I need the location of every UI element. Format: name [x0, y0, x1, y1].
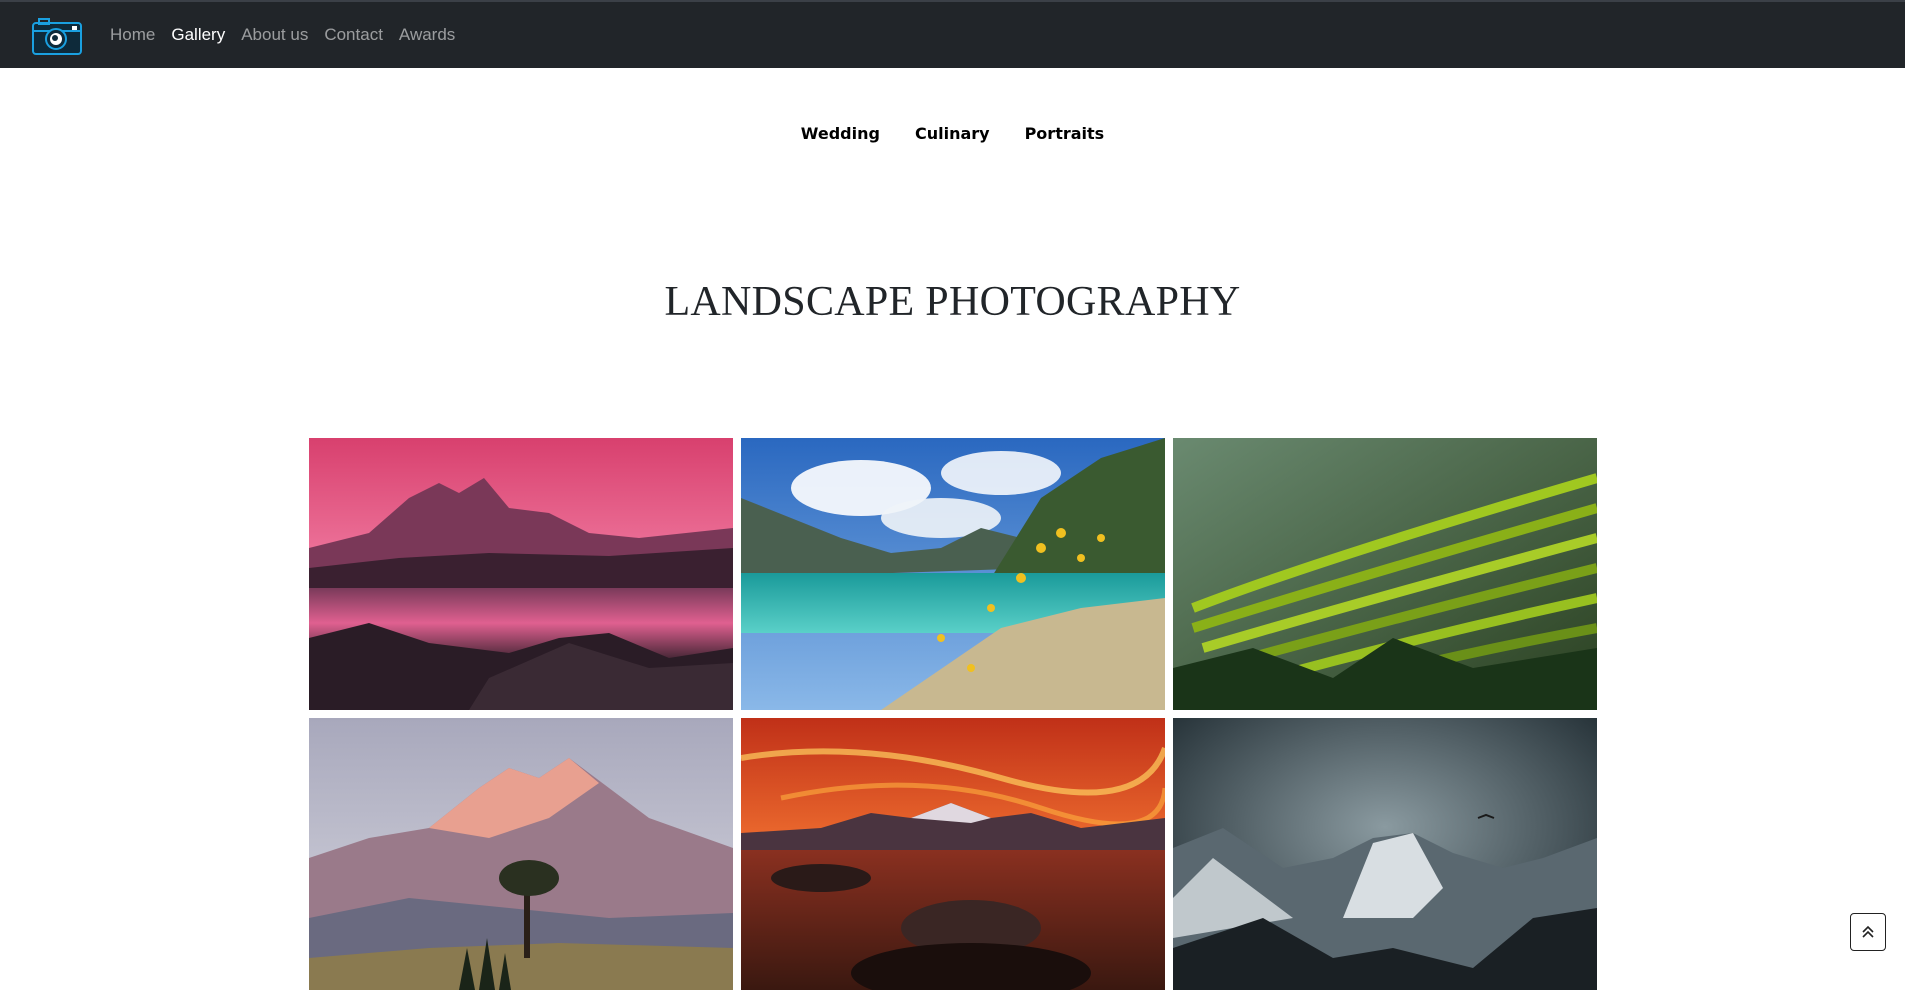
- page-title: LANDSCAPE PHOTOGRAPHY: [664, 279, 1241, 325]
- camera-logo-icon[interactable]: [31, 16, 83, 56]
- nav-link-gallery[interactable]: Gallery: [171, 25, 225, 45]
- nav-link-contact[interactable]: Contact: [324, 25, 383, 45]
- category-wedding[interactable]: Wedding: [801, 124, 880, 143]
- nav-link-awards[interactable]: Awards: [399, 25, 455, 45]
- photo-turquoise-lake[interactable]: [741, 438, 1165, 710]
- photo-misty-snowy-peaks[interactable]: [1173, 718, 1597, 990]
- scroll-to-top-button[interactable]: [1850, 913, 1886, 951]
- nav-link-home[interactable]: Home: [110, 25, 155, 45]
- photo-pink-peaks-tree[interactable]: [309, 718, 733, 990]
- nav-links: Home Gallery About us Contact Awards: [110, 2, 471, 68]
- photo-gallery: [309, 438, 1597, 990]
- category-menu: Wedding Culinary Portraits: [0, 124, 1905, 143]
- photo-fiery-sunset-lake[interactable]: [741, 718, 1165, 990]
- double-chevron-up-icon: [1862, 925, 1874, 938]
- top-navbar: Home Gallery About us Contact Awards: [0, 0, 1905, 68]
- photo-pink-mountain-lake[interactable]: [309, 438, 733, 710]
- category-portraits[interactable]: Portraits: [1025, 124, 1105, 143]
- photo-rice-terraces[interactable]: [1173, 438, 1597, 710]
- category-culinary[interactable]: Culinary: [915, 124, 990, 143]
- nav-link-about-us[interactable]: About us: [241, 25, 308, 45]
